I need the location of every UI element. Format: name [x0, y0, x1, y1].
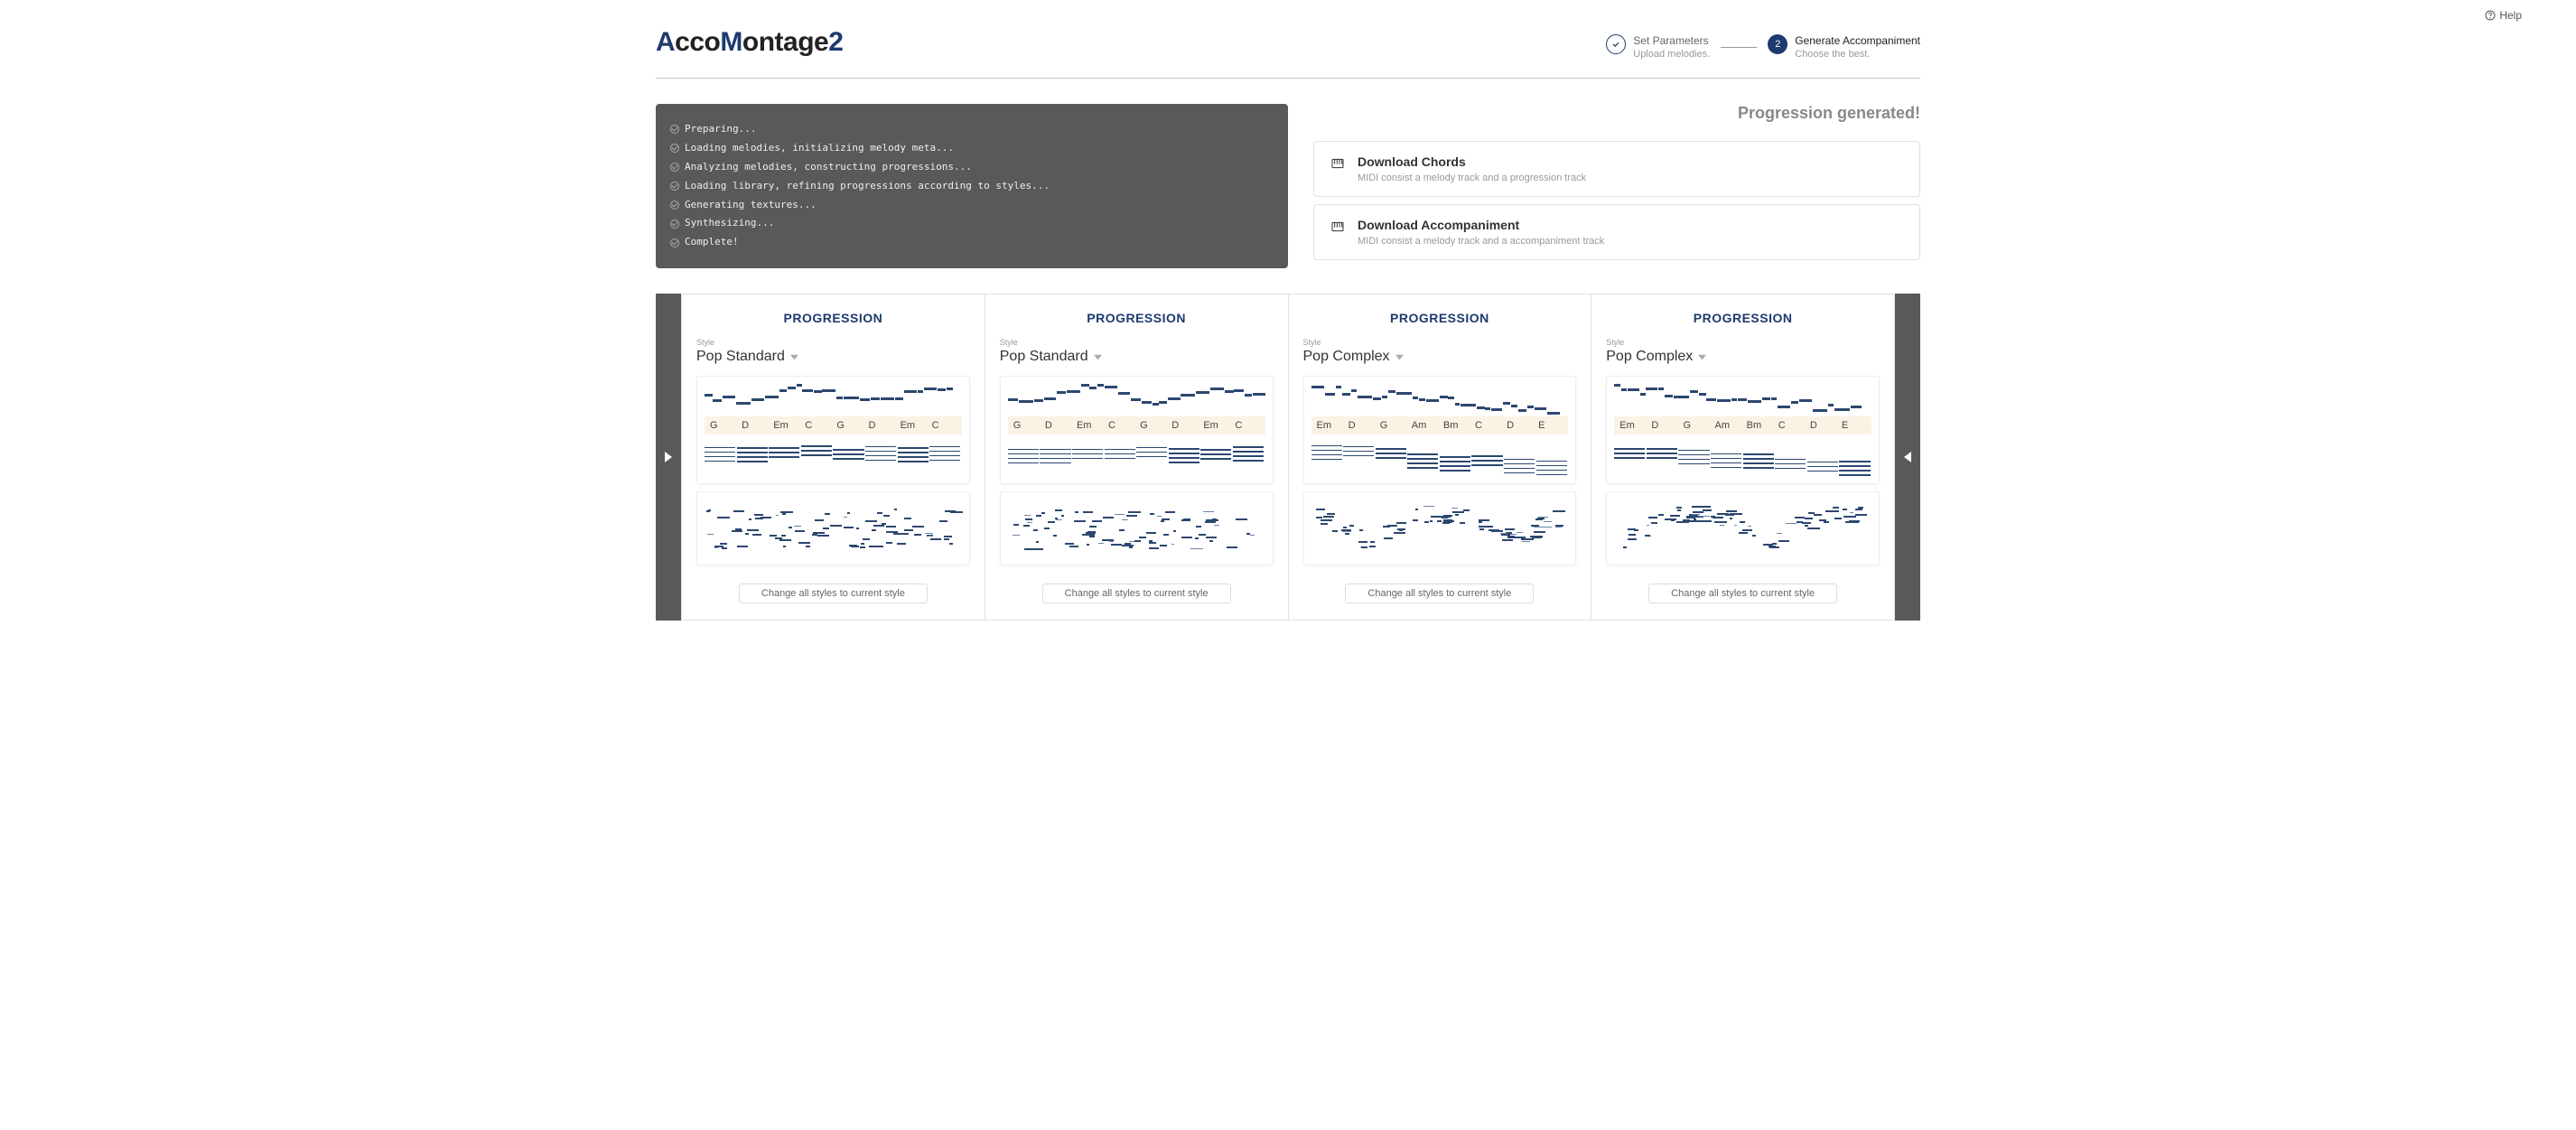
change-style-button[interactable]: Change all styles to current style: [1345, 584, 1534, 603]
chevron-down-icon: [1698, 353, 1706, 361]
style-value: Pop Complex: [1303, 349, 1390, 365]
progression-card: PROGRESSION Style Pop Standard GDEmCGDEmC Ch…: [985, 294, 1289, 620]
help-link[interactable]: Help: [2485, 9, 2522, 22]
card-header: PROGRESSION: [1000, 311, 1274, 325]
progression-card: PROGRESSION Style Pop Complex EmDGAmBmCDE Ch…: [1591, 294, 1895, 620]
chevron-down-icon: [1395, 353, 1404, 361]
carousel-prev-button[interactable]: [656, 294, 681, 621]
texture-viz: [1000, 491, 1274, 565]
download-accompaniment-button[interactable]: Download Accompaniment MIDI consist a me…: [1313, 204, 1920, 260]
change-style-button[interactable]: Change all styles to current style: [1648, 584, 1837, 603]
texture-viz: [1303, 491, 1577, 565]
midi-icon: [1330, 156, 1345, 175]
card-header: PROGRESSION: [1606, 311, 1880, 325]
melody-viz: EmDGAmBmCDE: [1303, 376, 1577, 484]
check-circle-icon: [670, 163, 679, 172]
melody-viz: GDEmCGDEmC: [696, 376, 970, 484]
progression-card: PROGRESSION Style Pop Standard GDEmCGDEmC Ch…: [681, 294, 985, 620]
style-value: Pop Standard: [1000, 349, 1088, 365]
check-icon: [1606, 34, 1626, 54]
check-circle-icon: [670, 201, 679, 210]
check-circle-icon: [670, 238, 679, 247]
texture-viz: [696, 491, 970, 565]
style-select[interactable]: Pop Standard: [1000, 349, 1274, 365]
help-label: Help: [2499, 9, 2522, 22]
midi-icon: [1330, 219, 1345, 238]
header: AccoMontage2 Set Parameters Upload melod…: [656, 0, 1920, 79]
step-sub: Choose the best.: [1795, 49, 1920, 60]
style-label: Style: [1000, 338, 1274, 347]
check-circle-icon: [670, 219, 679, 229]
generated-title: Progression generated!: [1738, 104, 1920, 123]
console-line: Loading melodies, initializing melody me…: [670, 139, 1274, 158]
console-line: Synthesizing...: [670, 214, 1274, 233]
step-divider: [1721, 47, 1757, 48]
chevron-left-icon: [1904, 452, 1911, 462]
chevron-down-icon: [790, 353, 798, 361]
style-label: Style: [1606, 338, 1880, 347]
style-select[interactable]: Pop Standard: [696, 349, 970, 365]
chord-labels: GDEmCGDEmC: [705, 416, 962, 434]
check-circle-icon: [670, 144, 679, 153]
style-select[interactable]: Pop Complex: [1606, 349, 1880, 365]
step-title: Generate Accompaniment: [1795, 34, 1920, 47]
check-circle-icon: [670, 182, 679, 191]
console-line: Generating textures...: [670, 196, 1274, 215]
texture-viz: [1606, 491, 1880, 565]
check-circle-icon: [670, 125, 679, 134]
download-title: Download Accompaniment: [1358, 218, 1604, 232]
download-title: Download Chords: [1358, 154, 1586, 169]
melody-viz: GDEmCGDEmC: [1000, 376, 1274, 484]
console-line: Complete!: [670, 233, 1274, 252]
console-line: Preparing...: [670, 120, 1274, 139]
steps: Set Parameters Upload melodies. 2 Genera…: [1606, 34, 1920, 60]
style-value: Pop Complex: [1606, 349, 1693, 365]
style-value: Pop Standard: [696, 349, 785, 365]
step-title: Set Parameters: [1633, 34, 1710, 47]
progression-card: PROGRESSION Style Pop Complex EmDGAmBmCDE Ch…: [1289, 294, 1592, 620]
step-sub: Upload melodies.: [1633, 49, 1710, 60]
logo: AccoMontage2: [656, 27, 843, 58]
step-number-icon: 2: [1768, 34, 1787, 54]
carousel-next-button[interactable]: [1895, 294, 1920, 621]
change-style-button[interactable]: Change all styles to current style: [739, 584, 928, 603]
step-generate-accompaniment[interactable]: 2 Generate Accompaniment Choose the best…: [1768, 34, 1920, 60]
help-icon: [2485, 10, 2496, 21]
change-style-button[interactable]: Change all styles to current style: [1042, 584, 1231, 603]
style-label: Style: [696, 338, 970, 347]
console-line: Analyzing melodies, constructing progres…: [670, 158, 1274, 177]
chord-labels: EmDGAmBmCDE: [1614, 416, 1871, 434]
download-sub: MIDI consist a melody track and a accomp…: [1358, 236, 1604, 247]
card-header: PROGRESSION: [1303, 311, 1577, 325]
card-header: PROGRESSION: [696, 311, 970, 325]
chevron-right-icon: [665, 452, 672, 462]
style-select[interactable]: Pop Complex: [1303, 349, 1577, 365]
style-label: Style: [1303, 338, 1577, 347]
chevron-down-icon: [1094, 353, 1102, 361]
console-log: Preparing... Loading melodies, initializ…: [656, 104, 1288, 268]
console-line: Loading library, refining progressions a…: [670, 177, 1274, 196]
chord-labels: GDEmCGDEmC: [1008, 416, 1265, 434]
download-sub: MIDI consist a melody track and a progre…: [1358, 173, 1586, 183]
melody-viz: EmDGAmBmCDE: [1606, 376, 1880, 484]
chord-labels: EmDGAmBmCDE: [1311, 416, 1569, 434]
download-chords-button[interactable]: Download Chords MIDI consist a melody tr…: [1313, 141, 1920, 197]
step-set-parameters[interactable]: Set Parameters Upload melodies.: [1606, 34, 1710, 60]
